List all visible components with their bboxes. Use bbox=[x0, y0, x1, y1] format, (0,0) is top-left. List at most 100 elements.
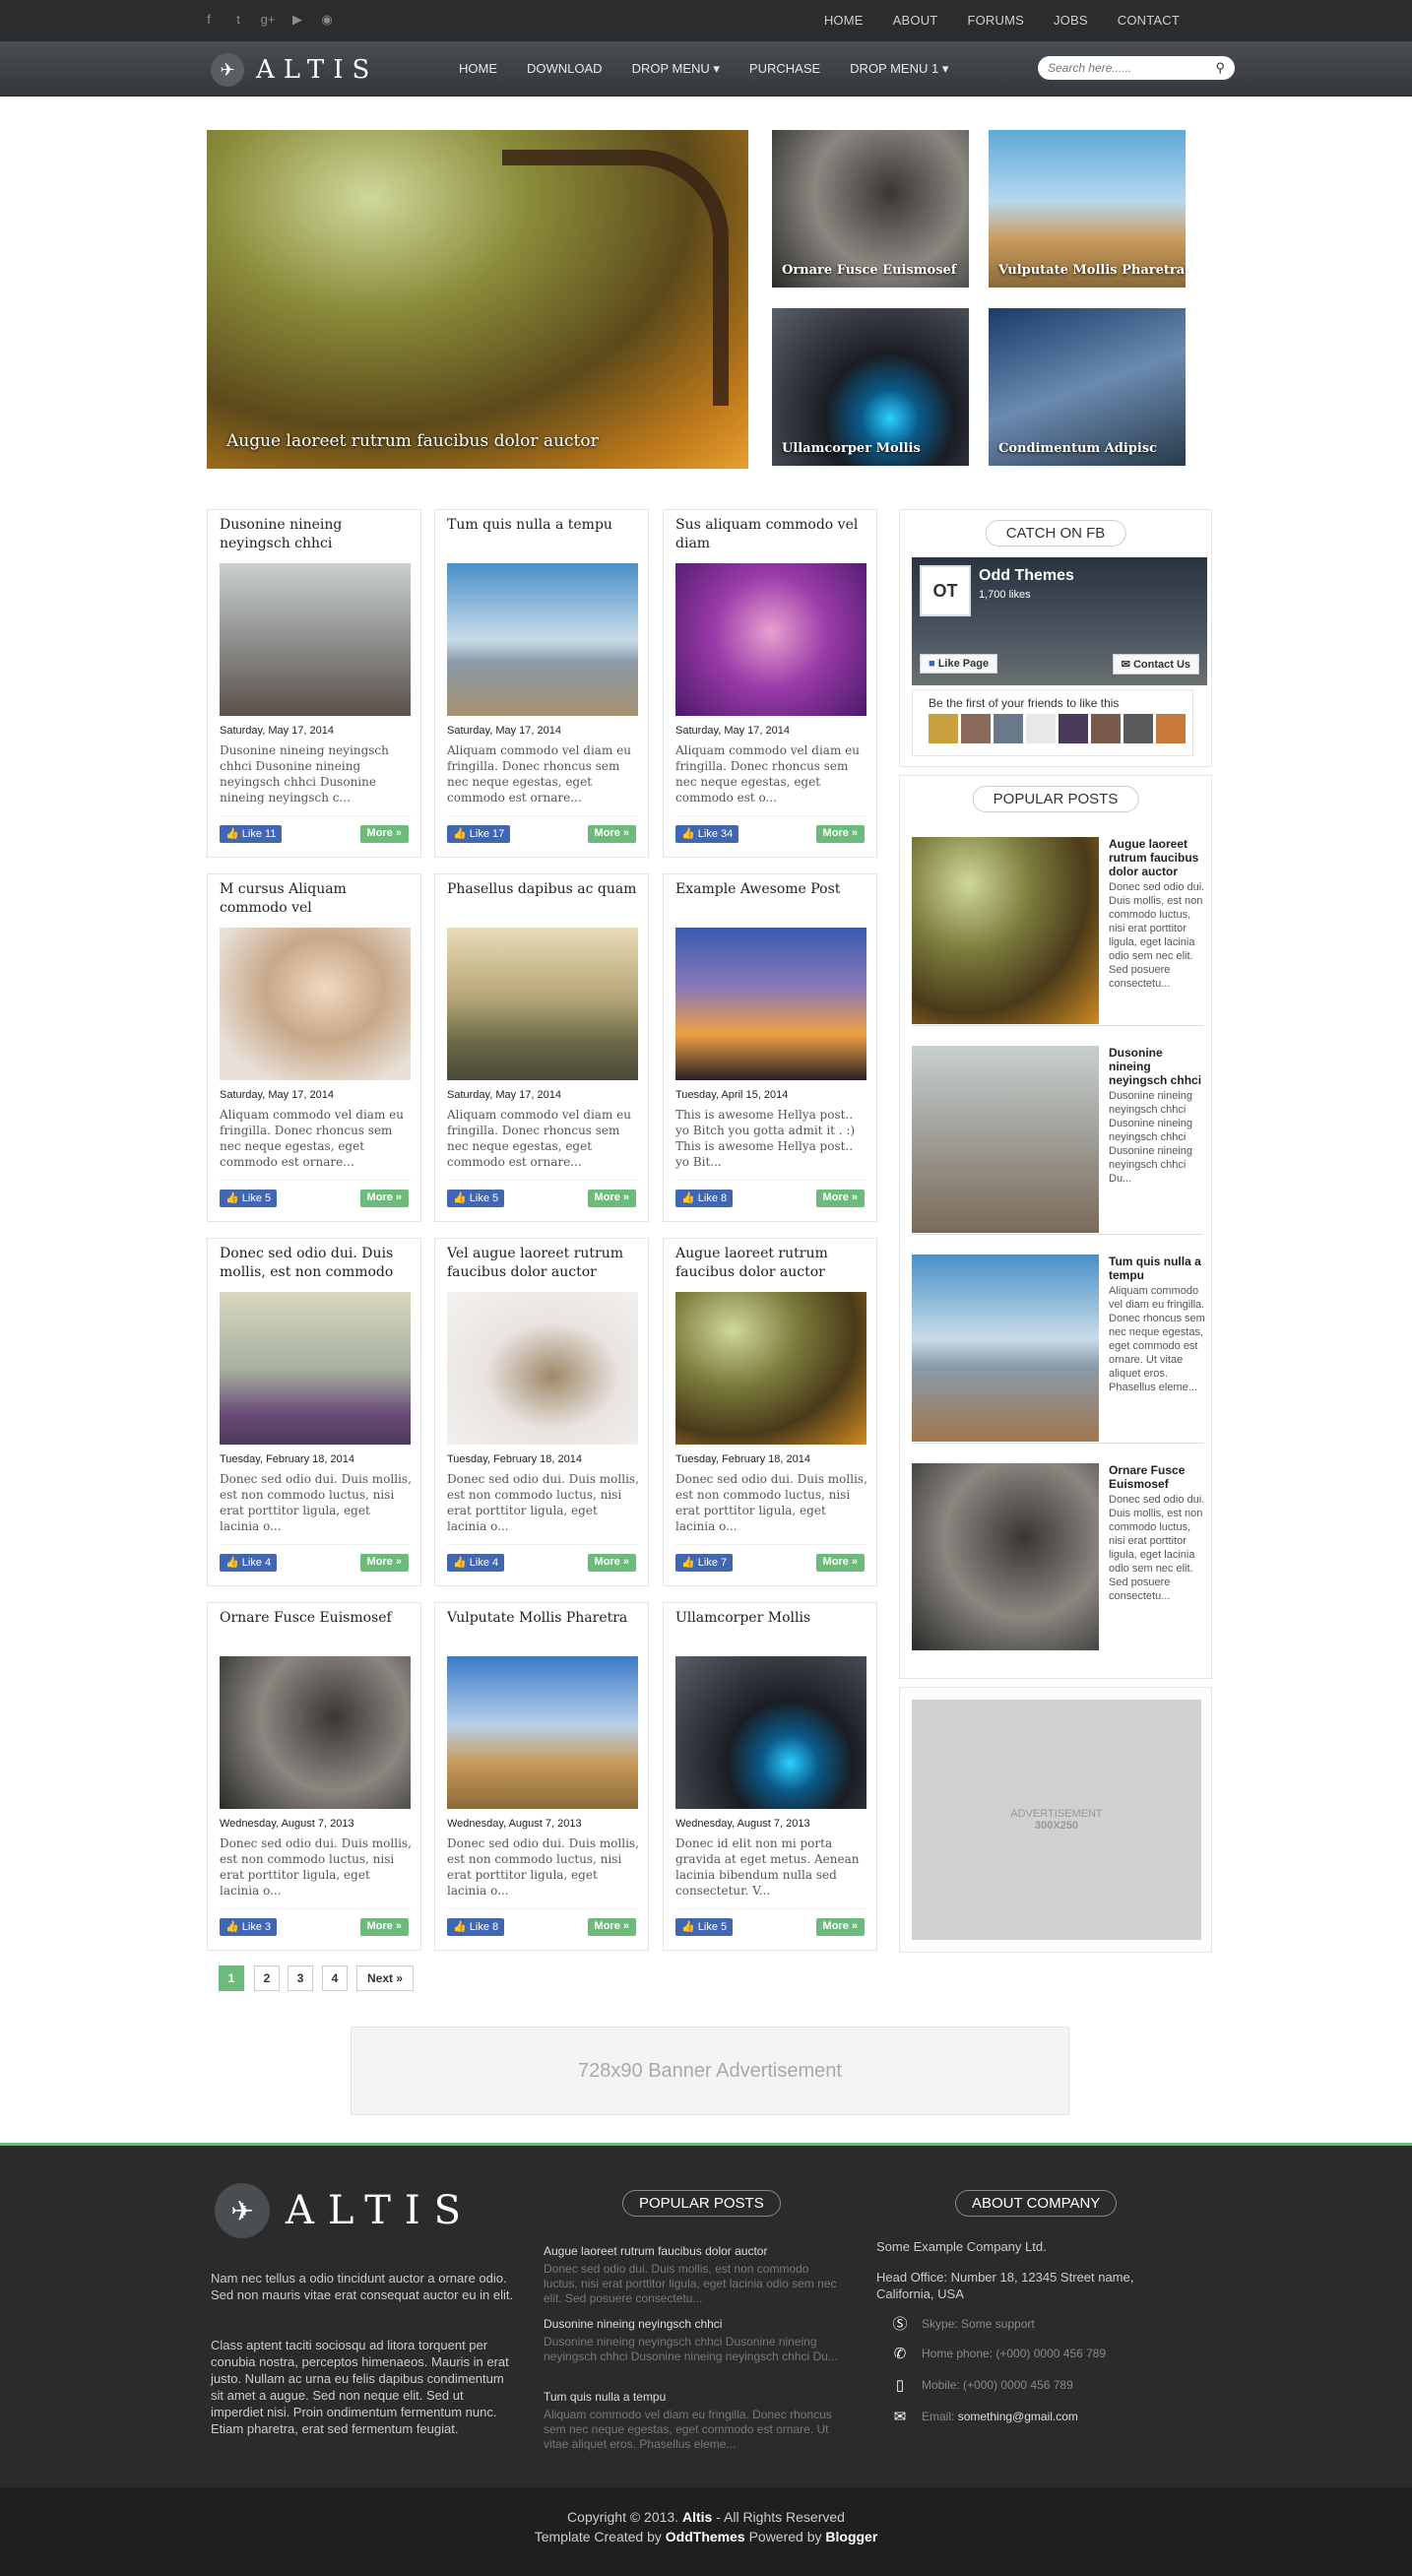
footer-logo[interactable]: ✈ ALTIS bbox=[215, 2183, 475, 2238]
avatar[interactable] bbox=[961, 714, 991, 743]
avatar[interactable] bbox=[1091, 714, 1121, 743]
topnav-about[interactable]: ABOUT bbox=[893, 13, 938, 28]
like-button[interactable]: 👍 Like 17 bbox=[447, 825, 511, 843]
more-button[interactable]: More » bbox=[587, 1918, 636, 1936]
page-3-button[interactable]: 3 bbox=[288, 1965, 313, 1991]
youtube-icon[interactable]: ▶ bbox=[289, 12, 305, 28]
next-page-button[interactable]: Next » bbox=[356, 1965, 414, 1991]
post-title[interactable]: Sus aliquam commodo vel diam bbox=[675, 516, 868, 553]
fb-like-page-button[interactable]: ■ Like Page bbox=[920, 654, 998, 674]
sidebar-ad[interactable]: ADVERTISEMENT 300X250 bbox=[912, 1700, 1201, 1940]
post-title[interactable]: Donec sed odio dui. Duis mollis, est non… bbox=[220, 1245, 413, 1282]
post-thumbnail[interactable] bbox=[675, 563, 866, 716]
like-button[interactable]: 👍 Like 11 bbox=[220, 825, 283, 843]
post-thumbnail[interactable] bbox=[220, 563, 411, 716]
post-thumbnail[interactable] bbox=[220, 1656, 411, 1809]
popular-post-thumbnail[interactable] bbox=[912, 837, 1099, 1024]
avatar[interactable] bbox=[1026, 714, 1056, 743]
post-thumbnail[interactable] bbox=[220, 1292, 411, 1445]
featured-small-1[interactable]: Ornare Fusce Euismosef bbox=[772, 130, 969, 288]
featured-main-caption[interactable]: Augue laoreet rutrum faucibus dolor auct… bbox=[226, 431, 599, 451]
post-thumbnail[interactable] bbox=[447, 563, 638, 716]
facebook-icon[interactable]: f bbox=[201, 12, 217, 28]
nav-download[interactable]: DOWNLOAD bbox=[527, 61, 603, 77]
popular-post-title[interactable]: Dusonine nineing neyingsch chhci bbox=[1109, 1046, 1201, 1087]
nav-drop-menu-1[interactable]: DROP MENU 1 ▾ bbox=[850, 61, 948, 77]
popular-post-title[interactable]: Ornare Fusce Euismosef bbox=[1109, 1463, 1185, 1491]
post-title[interactable]: Vel augue laoreet rutrum faucibus dolor … bbox=[447, 1245, 640, 1282]
like-button[interactable]: 👍 Like 7 bbox=[675, 1554, 734, 1572]
fb-page-cover[interactable]: OT Odd Themes 1,700 likes ■ Like Page ✉ … bbox=[912, 557, 1207, 685]
more-button[interactable]: More » bbox=[359, 825, 409, 843]
popular-post-title[interactable]: Augue laoreet rutrum faucibus dolor auct… bbox=[1109, 837, 1198, 878]
post-thumbnail[interactable] bbox=[675, 1292, 866, 1445]
avatar[interactable] bbox=[929, 714, 958, 743]
nav-drop-menu[interactable]: DROP MENU ▾ bbox=[632, 61, 720, 77]
popular-post-thumbnail[interactable] bbox=[912, 1463, 1099, 1650]
post-title[interactable]: Tum quis nulla a tempu bbox=[447, 516, 640, 535]
footer-popular-post-title[interactable]: Augue laoreet rutrum faucibus dolor auct… bbox=[544, 2244, 839, 2258]
more-button[interactable]: More » bbox=[815, 1190, 865, 1207]
like-button[interactable]: 👍 Like 4 bbox=[447, 1554, 505, 1572]
fb-page-name[interactable]: Odd Themes bbox=[979, 567, 1074, 585]
site-logo[interactable]: ✈ ALTIS bbox=[211, 53, 378, 87]
featured-main[interactable]: Augue laoreet rutrum faucibus dolor auct… bbox=[207, 130, 748, 469]
topnav-jobs[interactable]: JOBS bbox=[1054, 13, 1088, 28]
like-button[interactable]: 👍 Like 5 bbox=[220, 1190, 278, 1207]
popular-post-title[interactable]: Tum quis nulla a tempu bbox=[1109, 1255, 1201, 1282]
search-input[interactable] bbox=[1048, 61, 1205, 75]
like-button[interactable]: 👍 Like 8 bbox=[675, 1190, 734, 1207]
like-button[interactable]: 👍 Like 3 bbox=[220, 1918, 278, 1936]
banner-ad[interactable]: 728x90 Banner Advertisement bbox=[351, 2027, 1069, 2115]
featured-small-3[interactable]: Ullamcorper Mollis bbox=[772, 308, 969, 466]
post-title[interactable]: Ullamcorper Mollis bbox=[675, 1609, 868, 1628]
avatar[interactable] bbox=[1156, 714, 1186, 743]
more-button[interactable]: More » bbox=[359, 1190, 409, 1207]
more-button[interactable]: More » bbox=[359, 1918, 409, 1936]
footer-popular-post-title[interactable]: Dusonine nineing neyingsch chhci bbox=[544, 2317, 839, 2331]
credits-platform[interactable]: Blogger bbox=[825, 2529, 877, 2544]
email-link[interactable]: something@gmail.com bbox=[958, 2410, 1078, 2423]
post-thumbnail[interactable] bbox=[447, 1656, 638, 1809]
featured-small-caption[interactable]: Ullamcorper Mollis bbox=[782, 441, 921, 456]
like-button[interactable]: 👍 Like 5 bbox=[447, 1190, 505, 1207]
nav-home[interactable]: HOME bbox=[459, 61, 497, 77]
footer-popular-post-title[interactable]: Tum quis nulla a tempu bbox=[544, 2390, 839, 2404]
like-button[interactable]: 👍 Like 5 bbox=[675, 1918, 734, 1936]
post-thumbnail[interactable] bbox=[447, 928, 638, 1080]
more-button[interactable]: More » bbox=[815, 1918, 865, 1936]
featured-small-caption[interactable]: Condimentum Adipisc bbox=[998, 441, 1157, 456]
search-icon[interactable]: ⚲ bbox=[1215, 60, 1225, 76]
rss-icon[interactable]: ◉ bbox=[319, 12, 335, 28]
credits-author[interactable]: OddThemes bbox=[666, 2529, 745, 2544]
page-1-button[interactable]: 1 bbox=[219, 1965, 244, 1991]
post-title[interactable]: Ornare Fusce Euismosef bbox=[220, 1609, 413, 1628]
post-title[interactable]: Vulputate Mollis Pharetra bbox=[447, 1609, 640, 1628]
twitter-icon[interactable]: t bbox=[230, 12, 246, 28]
post-title[interactable]: Dusonine nineing neyingsch chhci bbox=[220, 516, 413, 553]
nav-purchase[interactable]: PURCHASE bbox=[749, 61, 820, 77]
page-4-button[interactable]: 4 bbox=[322, 1965, 348, 1991]
post-title[interactable]: M cursus Aliquam commodo vel bbox=[220, 880, 413, 918]
featured-small-2[interactable]: Vulputate Mollis Pharetra bbox=[989, 130, 1186, 288]
more-button[interactable]: More » bbox=[815, 1554, 865, 1572]
post-title[interactable]: Example Awesome Post bbox=[675, 880, 868, 899]
like-button[interactable]: 👍 Like 8 bbox=[447, 1918, 505, 1936]
post-thumbnail[interactable] bbox=[675, 1656, 866, 1809]
post-thumbnail[interactable] bbox=[447, 1292, 638, 1445]
post-thumbnail[interactable] bbox=[220, 928, 411, 1080]
topnav-forums[interactable]: FORUMS bbox=[967, 13, 1024, 28]
google-plus-icon[interactable]: g+ bbox=[260, 12, 276, 28]
more-button[interactable]: More » bbox=[587, 825, 636, 843]
avatar[interactable] bbox=[1059, 714, 1088, 743]
like-button[interactable]: 👍 Like 4 bbox=[220, 1554, 278, 1572]
post-title[interactable]: Augue laoreet rutrum faucibus dolor auct… bbox=[675, 1245, 868, 1282]
popular-post-thumbnail[interactable] bbox=[912, 1255, 1099, 1442]
more-button[interactable]: More » bbox=[359, 1554, 409, 1572]
featured-small-caption[interactable]: Vulputate Mollis Pharetra bbox=[998, 263, 1185, 278]
more-button[interactable]: More » bbox=[815, 825, 865, 843]
avatar[interactable] bbox=[1123, 714, 1153, 743]
topnav-home[interactable]: HOME bbox=[824, 13, 864, 28]
page-2-button[interactable]: 2 bbox=[254, 1965, 280, 1991]
popular-post-thumbnail[interactable] bbox=[912, 1046, 1099, 1233]
